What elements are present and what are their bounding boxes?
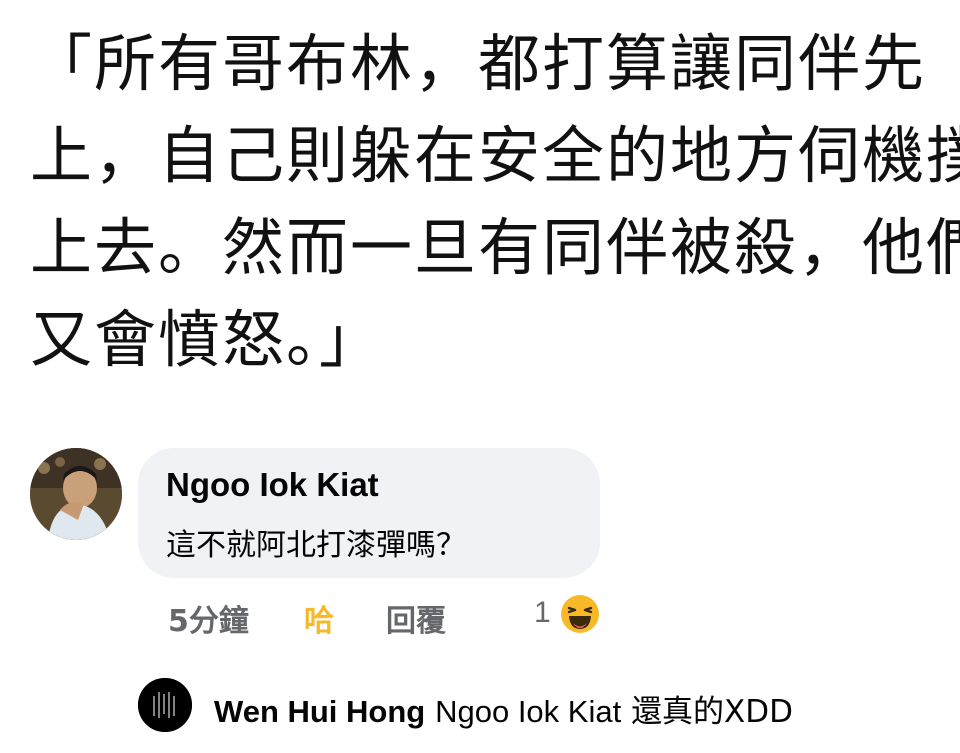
comment-timestamp[interactable]: 5分鐘 — [168, 596, 249, 640]
comment-bubble: Ngoo Iok Kiat 這不就阿北打漆彈嗎？ — [138, 448, 600, 578]
reply-avatar-image — [138, 678, 192, 732]
reply-author-avatar[interactable] — [138, 678, 192, 732]
comment-author-name[interactable]: Ngoo Iok Kiat — [166, 466, 379, 504]
reply-author-name[interactable]: Wen Hui Hong — [214, 694, 425, 729]
reply-mention[interactable]: Ngoo Iok Kiat — [435, 694, 621, 729]
commenter-photo — [30, 448, 122, 540]
quote-line: 上去。然而一旦有同伴被殺，他們 — [30, 211, 960, 284]
quoted-passage: 「所有哥布林，都打算讓同伴先 上，自己則躲在安全的地方伺機撲 上去。然而一旦有同… — [30, 18, 960, 386]
reply-text: Wen Hui Hong Ngoo Iok Kiat 還真的XDD — [214, 686, 793, 731]
quote-line: 上，自己則躲在安全的地方伺機撲 — [30, 119, 960, 192]
quote-line: 又會憤怒。」 — [30, 303, 384, 376]
reply-body: 還真的XDD — [631, 694, 794, 730]
reply-button[interactable]: 回覆 — [386, 596, 446, 640]
reaction-count[interactable]: 1 — [534, 596, 551, 630]
quote-line: 「所有哥布林，都打算讓同伴先 — [30, 27, 927, 100]
comment-text: 這不就阿北打漆彈嗎？ — [166, 528, 466, 563]
laughing-emoji-icon[interactable] — [560, 594, 600, 634]
haha-reaction-button[interactable]: 哈 — [304, 596, 334, 640]
comment-actions: 5分鐘 哈 回覆 1 — [168, 594, 618, 640]
commenter-avatar[interactable] — [30, 448, 122, 540]
reply-comment: Wen Hui Hong Ngoo Iok Kiat 還真的XDD — [138, 676, 938, 736]
